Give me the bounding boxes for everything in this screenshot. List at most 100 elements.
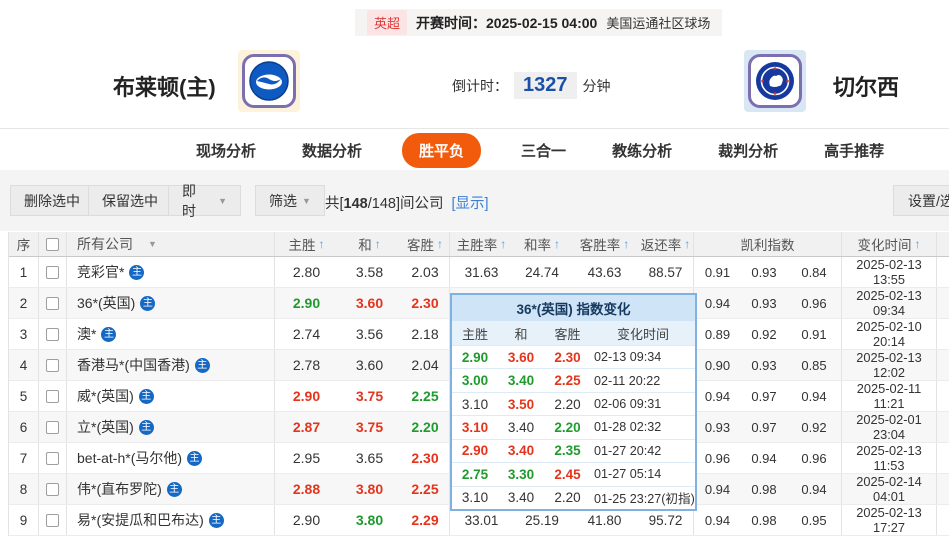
- main-company-icon: 主: [101, 327, 116, 342]
- nav-tab[interactable]: 三合一: [515, 133, 572, 168]
- select-all-checkbox[interactable]: [46, 238, 59, 251]
- row-checkbox[interactable]: [46, 297, 59, 310]
- sort-up-icon: ↑: [684, 237, 690, 251]
- col-away[interactable]: 客胜↑: [401, 232, 449, 256]
- odds-draw[interactable]: 3.60: [338, 288, 401, 318]
- odds-draw[interactable]: 3.75: [338, 412, 401, 442]
- odds-away[interactable]: 2.04: [401, 350, 449, 380]
- odds-draw[interactable]: 3.80: [338, 505, 401, 535]
- col-home[interactable]: 主胜↑: [274, 232, 338, 256]
- time-mode-dropdown[interactable]: 即时▼: [168, 185, 241, 216]
- odds-away[interactable]: 2.29: [401, 505, 449, 535]
- chevron-down-icon: ▼: [302, 196, 311, 206]
- sort-up-icon: ↑: [319, 237, 325, 251]
- home-rate: 31.63: [449, 257, 513, 287]
- odds-draw[interactable]: 3.60: [338, 350, 401, 380]
- delete-selected-button[interactable]: 删除选中: [10, 185, 94, 216]
- odds-away[interactable]: 2.18: [401, 319, 449, 349]
- table-row: 1竞彩官*主2.803.582.0331.6324.7443.6388.570.…: [9, 257, 949, 288]
- nav-tab[interactable]: 裁判分析: [712, 133, 784, 168]
- odds-home[interactable]: 2.90: [274, 381, 338, 411]
- odds-away[interactable]: 2.25: [401, 381, 449, 411]
- kelly-value: 0.93: [741, 288, 787, 318]
- col-change-time[interactable]: 变化时间↑: [841, 232, 936, 256]
- popup-odds-draw: 3.40: [498, 373, 544, 388]
- company-cell[interactable]: 澳*主: [66, 319, 274, 349]
- row-checkbox[interactable]: [46, 514, 59, 527]
- change-time: 2025-02-13 13:55: [841, 257, 936, 287]
- odds-draw[interactable]: 3.80: [338, 474, 401, 504]
- popup-title: 36*(英国) 指数变化: [452, 295, 695, 321]
- filter-dropdown[interactable]: 筛选▼: [255, 185, 325, 216]
- popup-row: 3.103.402.2001-25 23:27(初指): [452, 486, 695, 509]
- odds-away[interactable]: 2.20: [401, 412, 449, 442]
- kelly-value: 0.93: [741, 257, 787, 287]
- col-home-rate[interactable]: 主胜率↑: [449, 232, 513, 256]
- kickoff-time: 开赛时间：2025-02-15 04:00: [416, 13, 597, 33]
- nav-tab[interactable]: 高手推荐: [818, 133, 890, 168]
- odds-home[interactable]: 2.74: [274, 319, 338, 349]
- odds-draw[interactable]: 3.65: [338, 443, 401, 473]
- odds-away[interactable]: 2.30: [401, 288, 449, 318]
- settings-button[interactable]: 设置/选择: [893, 185, 949, 216]
- row-checkbox-cell: [38, 474, 66, 504]
- company-cell[interactable]: 香港马*(中国香港)主: [66, 350, 274, 380]
- extra-cell: [936, 474, 949, 504]
- odds-draw[interactable]: 3.75: [338, 381, 401, 411]
- league-badge: 英超: [367, 10, 407, 35]
- odds-home[interactable]: 2.90: [274, 288, 338, 318]
- nav-tab[interactable]: 数据分析: [296, 133, 368, 168]
- popup-change-time: 02-13 09:34: [591, 350, 695, 364]
- col-company[interactable]: 所有公司▼: [66, 232, 274, 256]
- odds-away[interactable]: 2.03: [401, 257, 449, 287]
- nav-tab[interactable]: 教练分析: [606, 133, 678, 168]
- col-return-rate[interactable]: 返还率↑: [638, 232, 693, 256]
- popup-odds-draw: 3.30: [498, 467, 544, 482]
- odds-draw[interactable]: 3.58: [338, 257, 401, 287]
- company-cell[interactable]: 易*(安提瓜和巴布达)主: [66, 505, 274, 535]
- odds-home[interactable]: 2.88: [274, 474, 338, 504]
- odds-home[interactable]: 2.87: [274, 412, 338, 442]
- popup-odds-draw: 3.60: [498, 350, 544, 365]
- main-company-icon: 主: [139, 389, 154, 404]
- popup-row: 2.903.602.3002-13 09:34: [452, 345, 695, 368]
- row-index: 8: [9, 474, 38, 504]
- col-draw-rate[interactable]: 和率↑: [513, 232, 571, 256]
- odds-home[interactable]: 2.90: [274, 505, 338, 535]
- company-cell[interactable]: 威*(英国)主: [66, 381, 274, 411]
- kelly-value: 0.97: [741, 381, 787, 411]
- odds-home[interactable]: 2.78: [274, 350, 338, 380]
- company-cell[interactable]: 伟*(直布罗陀)主: [66, 474, 274, 504]
- nav-tab[interactable]: 胜平负: [402, 133, 481, 168]
- company-cell[interactable]: 36*(英国)主: [66, 288, 274, 318]
- row-checkbox[interactable]: [46, 421, 59, 434]
- nav-tabs: 现场分析数据分析胜平负三合一教练分析裁判分析高手推荐: [190, 133, 890, 167]
- odds-home[interactable]: 2.95: [274, 443, 338, 473]
- chevron-down-icon: ▼: [218, 196, 227, 206]
- popup-odds-home: 2.75: [452, 467, 498, 482]
- row-checkbox[interactable]: [46, 266, 59, 279]
- company-cell[interactable]: bet-at-h*(马尔他)主: [66, 443, 274, 473]
- row-checkbox[interactable]: [46, 328, 59, 341]
- row-checkbox[interactable]: [46, 483, 59, 496]
- odds-away[interactable]: 2.25: [401, 474, 449, 504]
- popup-odds-home: 3.00: [452, 373, 498, 388]
- row-checkbox[interactable]: [46, 359, 59, 372]
- odds-draw[interactable]: 3.56: [338, 319, 401, 349]
- nav-tab[interactable]: 现场分析: [190, 133, 262, 168]
- show-link[interactable]: [显示]: [451, 196, 488, 212]
- row-checkbox[interactable]: [46, 390, 59, 403]
- change-time: 2025-02-13 12:02: [841, 350, 936, 380]
- company-name: 香港马*(中国香港): [77, 355, 190, 375]
- odds-home[interactable]: 2.80: [274, 257, 338, 287]
- odds-away[interactable]: 2.30: [401, 443, 449, 473]
- col-draw[interactable]: 和↑: [338, 232, 401, 256]
- row-index: 7: [9, 443, 38, 473]
- keep-selected-button[interactable]: 保留选中: [88, 185, 172, 216]
- change-time: 2025-02-13 09:34: [841, 288, 936, 318]
- popup-odds-draw: 3.50: [498, 397, 544, 412]
- col-away-rate[interactable]: 客胜率↑: [571, 232, 638, 256]
- row-checkbox[interactable]: [46, 452, 59, 465]
- company-cell[interactable]: 立*(英国)主: [66, 412, 274, 442]
- company-cell[interactable]: 竞彩官*主: [66, 257, 274, 287]
